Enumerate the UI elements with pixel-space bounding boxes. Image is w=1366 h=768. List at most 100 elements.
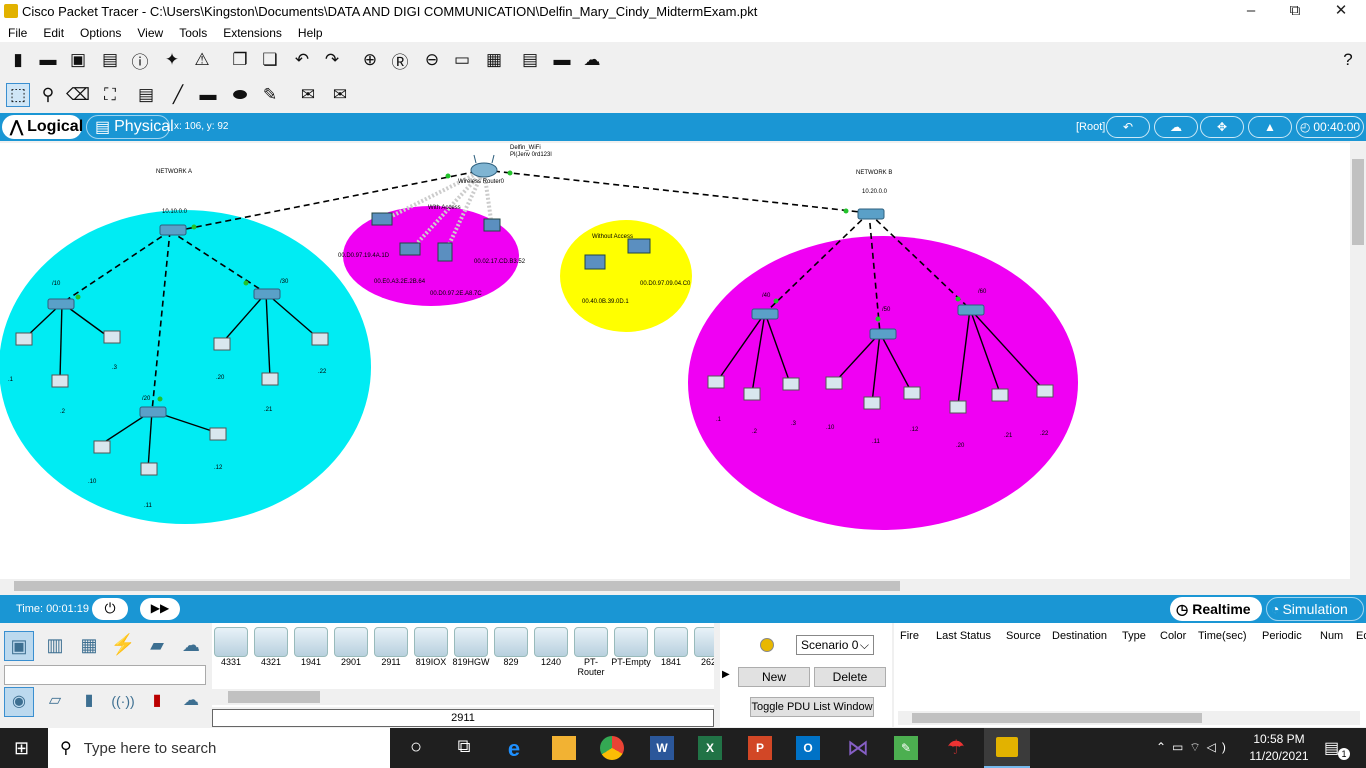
router-4321-icon[interactable]	[254, 627, 288, 657]
delete-scenario-button[interactable]: Delete	[814, 667, 886, 687]
root-label[interactable]: [Root]	[1076, 121, 1105, 133]
vertical-scroll-thumb[interactable]	[1352, 159, 1364, 245]
info-icon[interactable]: ⓘ	[128, 48, 152, 72]
back-icon[interactable]: ↶	[1106, 116, 1150, 138]
network-wizard-icon[interactable]: ✦	[160, 48, 184, 72]
chrome-icon[interactable]	[600, 736, 624, 760]
save-icon[interactable]: ▣	[66, 48, 90, 72]
security-icon[interactable]: ▮	[142, 687, 172, 717]
drawing-palette-icon[interactable]: ▭	[450, 48, 474, 72]
draw-rectangle-icon[interactable]: ▬	[196, 83, 220, 107]
windows-start-icon[interactable]: ⊞	[14, 738, 34, 758]
move-object-icon[interactable]: ✥	[1200, 116, 1244, 138]
switches-icon[interactable]: ▱	[40, 687, 70, 717]
menu-file[interactable]: File	[0, 24, 35, 42]
packet-tracer-taskbar-button[interactable]	[984, 728, 1030, 768]
palette-scroll-thumb[interactable]	[228, 691, 320, 703]
physical-tab[interactable]: ▤ Physical	[86, 115, 174, 139]
router-2911-icon[interactable]	[374, 627, 408, 657]
select-icon[interactable]: ⬚	[6, 83, 30, 107]
minimize-button[interactable]: –	[1228, 0, 1274, 24]
outlook-icon[interactable]: O	[796, 736, 820, 760]
draw-ellipse-icon[interactable]: ⬬	[228, 83, 252, 107]
visual-studio-icon[interactable]: ⋈	[846, 736, 870, 760]
menu-view[interactable]: View	[129, 24, 171, 42]
undo-icon[interactable]: ↶	[290, 48, 314, 72]
powerpoint-icon[interactable]: P	[748, 736, 772, 760]
router-1941-icon[interactable]	[294, 627, 328, 657]
help-icon[interactable]: ?	[1336, 48, 1360, 72]
cortana-icon[interactable]: ○	[404, 736, 428, 760]
edge-icon[interactable]: e	[502, 736, 526, 761]
print-icon[interactable]: ▤	[98, 48, 122, 72]
router-4331-icon[interactable]	[214, 627, 248, 657]
router-819iox-icon[interactable]	[414, 627, 448, 657]
viewport-clock[interactable]: ◴ 00:40:00	[1296, 116, 1364, 138]
power-cycle-icon[interactable]: ⏻	[92, 598, 128, 620]
router-1841-icon[interactable]	[654, 627, 688, 657]
freeform-icon[interactable]: ✎	[258, 83, 282, 107]
routers-icon[interactable]: ◉	[4, 687, 34, 717]
excel-icon[interactable]: X	[698, 736, 722, 760]
topology-canvas[interactable]: NETWORK A 10.10.0.0 NETWORK B 10.20.0.0 …	[0, 143, 1350, 579]
complex-pdu-icon[interactable]: ✉	[328, 83, 352, 107]
realtime-tab[interactable]: ◷ Realtime	[1170, 597, 1262, 621]
category-search[interactable]	[4, 665, 206, 685]
connections-icon[interactable]: ⚡	[108, 631, 138, 661]
router-1240-icon[interactable]	[534, 627, 568, 657]
menu-options[interactable]: Options	[72, 24, 129, 42]
activity-wizard-icon[interactable]: ⚠	[190, 48, 214, 72]
wireless-devices-icon[interactable]: ((·))	[108, 687, 138, 717]
fast-forward-icon[interactable]: ▶▶	[140, 598, 180, 620]
collapse-arrow-icon[interactable]: ▶	[722, 669, 730, 680]
simulation-tab[interactable]: ◔ Simulation	[1266, 597, 1364, 621]
components-icon[interactable]: ▦	[74, 631, 104, 661]
delete-icon[interactable]: ⌫	[66, 83, 90, 107]
hubs-icon[interactable]: ▮	[74, 687, 104, 717]
menu-extensions[interactable]: Extensions	[215, 24, 290, 42]
palette-scrollbar[interactable]	[212, 689, 714, 705]
clock-date[interactable]: 11/20/2021	[1244, 749, 1314, 763]
horizontal-scroll-thumb[interactable]	[14, 581, 900, 591]
word-icon[interactable]: W	[650, 736, 674, 760]
simple-pdu-icon[interactable]: ✉	[296, 83, 320, 107]
wan-emulation-icon[interactable]: ☁	[176, 687, 206, 717]
router-829-icon[interactable]	[494, 627, 528, 657]
network-device-icon[interactable]: ▬	[550, 48, 574, 72]
network-devices-icon[interactable]: ▣	[4, 631, 34, 661]
maximize-button[interactable]: ⧉	[1272, 0, 1318, 24]
copy-icon[interactable]: ❐	[228, 48, 252, 72]
close-button[interactable]: ✕	[1318, 0, 1364, 24]
menu-help[interactable]: Help	[290, 24, 331, 42]
cloud-device-icon[interactable]: ☁	[580, 48, 604, 72]
clock-time[interactable]: 10:58 PM	[1250, 732, 1308, 746]
miscellaneous-icon[interactable]: ▰	[142, 631, 172, 661]
system-tray-icons[interactable]: ⌃▭⌔◁)	[1156, 740, 1232, 755]
place-note-icon[interactable]: ▤	[134, 83, 158, 107]
menu-tools[interactable]: Tools	[171, 24, 215, 42]
background-image-icon[interactable]: ▲	[1248, 116, 1292, 138]
redo-icon[interactable]: ↷	[320, 48, 344, 72]
router-2620-icon[interactable]	[694, 627, 714, 657]
network-app-icon[interactable]: ☂	[944, 736, 968, 760]
task-view-icon[interactable]: ⧉	[452, 736, 476, 760]
file-explorer-icon[interactable]	[552, 736, 576, 760]
resize-icon[interactable]: ⛶	[98, 83, 122, 107]
custom-device-icon[interactable]: ▦	[482, 48, 506, 72]
inspect-icon[interactable]: ⚲	[36, 83, 60, 107]
end-devices-icon[interactable]: ▥	[40, 631, 70, 661]
paste-icon[interactable]: ❏	[258, 48, 282, 72]
pdu-scroll-thumb[interactable]	[912, 713, 1202, 723]
new-cluster-icon[interactable]: ☁	[1154, 116, 1198, 138]
zoom-reset-icon[interactable]: Ⓡ	[388, 48, 412, 72]
logical-tab[interactable]: ⋀ Logical	[2, 115, 83, 139]
new-scenario-button[interactable]: New	[738, 667, 810, 687]
app-icon-green[interactable]: ✎	[894, 736, 918, 760]
notes-icon[interactable]: ▤	[518, 48, 542, 72]
router-pt-icon[interactable]	[574, 627, 608, 657]
zoom-in-icon[interactable]: ⊕	[358, 48, 382, 72]
router-2901-icon[interactable]	[334, 627, 368, 657]
multiuser-icon[interactable]: ☁	[176, 631, 206, 661]
zoom-out-icon[interactable]: ⊖	[420, 48, 444, 72]
draw-line-icon[interactable]: ╱	[166, 83, 190, 107]
